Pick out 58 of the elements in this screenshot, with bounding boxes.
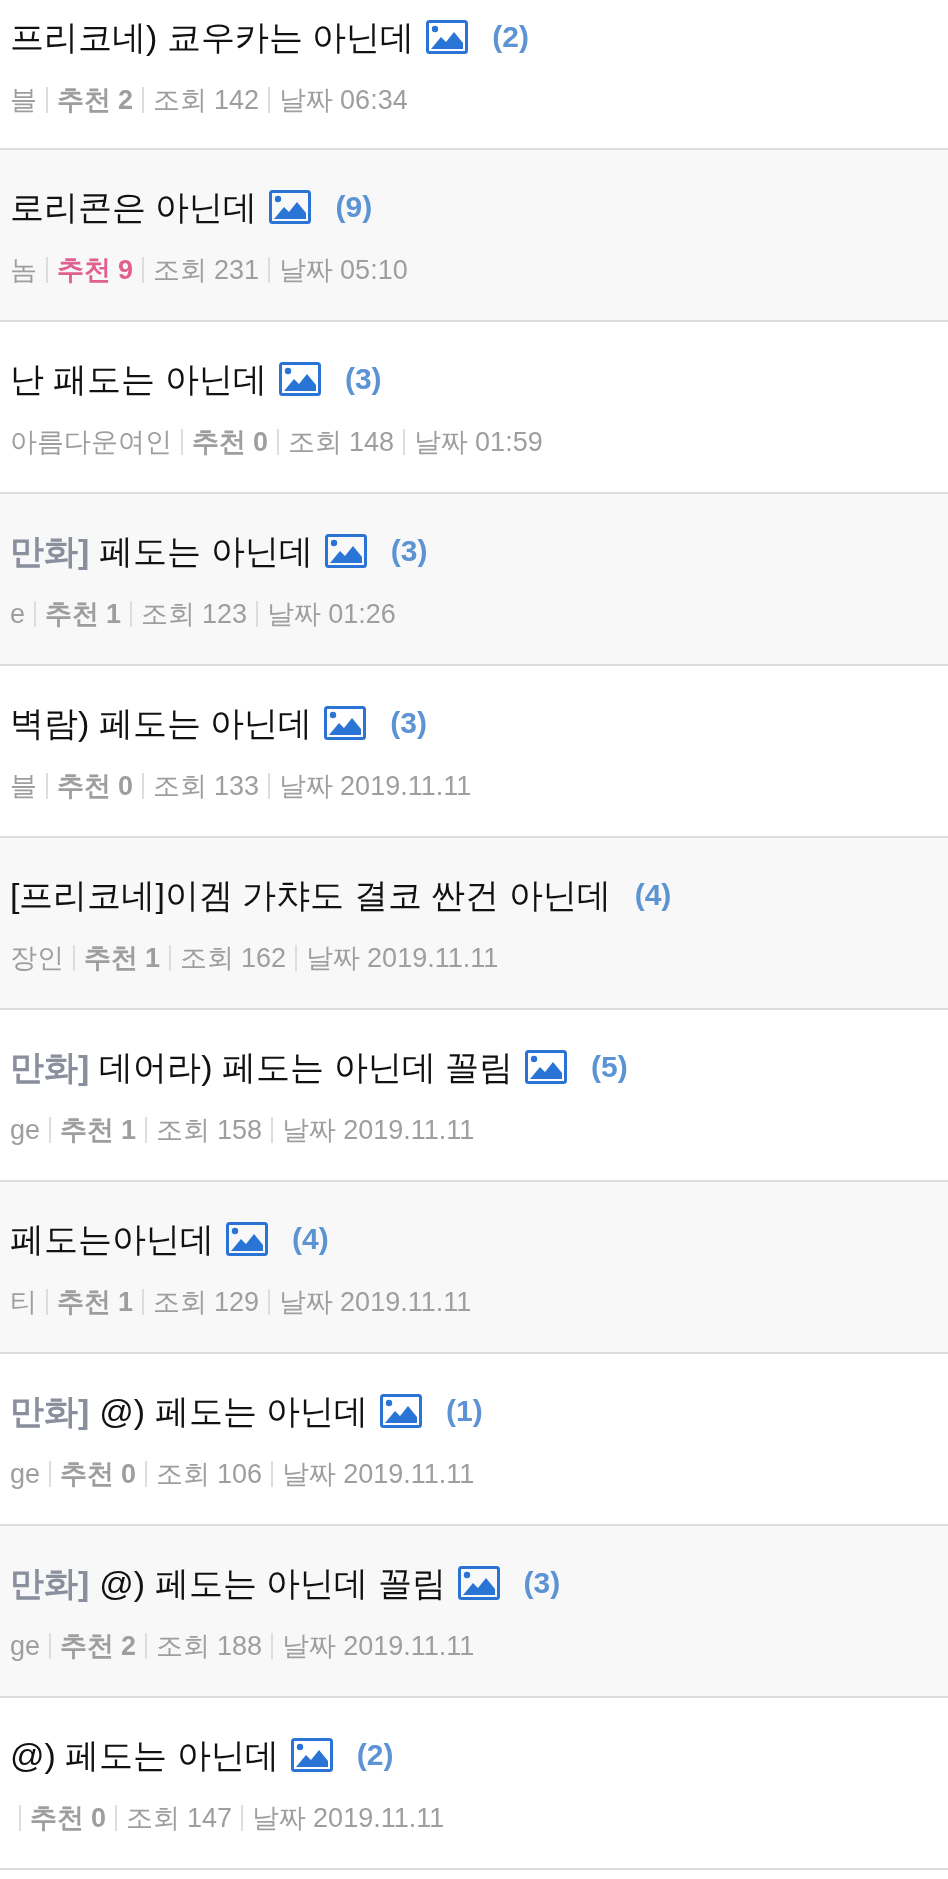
post-title-link[interactable]: 페도는아닌데	[10, 1218, 214, 1260]
view-count: 조회 106	[155, 1458, 263, 1490]
view-count: 조회 231	[152, 254, 260, 286]
author-name: ge	[10, 1458, 41, 1490]
recommend-count: 추천 1	[83, 942, 161, 974]
author-name: 장인	[10, 942, 64, 974]
author-name: ge	[10, 1630, 41, 1662]
post-title-link[interactable]: 벽람) 페도는 아닌데	[10, 702, 313, 744]
post-title-link[interactable]: 난 패도는 아닌데	[10, 358, 267, 400]
post-title-link[interactable]: @) 페도는 아닌데 꼴림	[99, 1562, 446, 1604]
post-date: 날짜 05:10	[278, 254, 408, 286]
author-name: 블	[10, 84, 37, 116]
recommend-count: 추천 0	[56, 770, 134, 802]
view-count: 조회 188	[155, 1630, 263, 1662]
recommend-count: 추천 1	[56, 1286, 134, 1318]
recommend-count: 추천 9	[56, 254, 134, 286]
post-date: 날짜 01:59	[413, 426, 543, 458]
recommend-count: 추천 1	[59, 1114, 137, 1146]
post-date: 날짜 2019.11.11	[278, 1286, 472, 1318]
author-name: e	[10, 598, 26, 630]
post-date: 날짜 2019.11.11	[305, 942, 499, 974]
post-title-link[interactable]: 데어라) 페도는 아닌데 꼴림	[99, 1046, 513, 1088]
view-count: 조회 148	[287, 426, 395, 458]
recommend-count: 추천 0	[59, 1458, 137, 1490]
view-count: 조회 129	[152, 1286, 260, 1318]
post-date: 날짜 2019.11.11	[281, 1114, 475, 1146]
recommend-count: 추천 0	[29, 1802, 107, 1834]
post-date: 날짜 01:26	[266, 598, 396, 630]
post-title-link[interactable]: 로리콘은 아닌데	[10, 186, 258, 228]
recommend-count: 추천 2	[56, 84, 134, 116]
author-name: ge	[10, 1114, 41, 1146]
post-category: 만화]	[10, 1391, 90, 1432]
author-name: 놈	[10, 254, 37, 286]
post-title-link[interactable]: [프리코네]이겜 가챠도 결코 싼건 아닌데	[10, 874, 611, 916]
author-name: 티	[10, 1286, 37, 1318]
post-date: 날짜 2019.11.11	[281, 1630, 475, 1662]
post-title-link[interactable]: @) 페도는 아닌데	[10, 1734, 279, 1776]
view-count: 조회 133	[152, 770, 260, 802]
view-count: 조회 142	[152, 84, 260, 116]
view-count: 조회 158	[155, 1114, 263, 1146]
post-title-link[interactable]: 페도는 아닌데	[99, 530, 313, 572]
post-date: 날짜 2019.11.11	[281, 1458, 475, 1490]
post-category: 만화]	[10, 1047, 90, 1088]
author-name: 아름다운여인	[10, 426, 172, 458]
view-count: 조회 162	[179, 942, 287, 974]
recommend-count: 추천 2	[59, 1630, 137, 1662]
post-category: 만화]	[10, 1563, 90, 1604]
recommend-count: 추천 0	[191, 426, 269, 458]
recommend-count: 추천 1	[44, 598, 122, 630]
view-count: 조회 123	[140, 598, 248, 630]
view-count: 조회 147	[125, 1802, 233, 1834]
post-title-link[interactable]: @) 페도는 아닌데	[99, 1390, 369, 1432]
post-date: 날짜 06:34	[278, 84, 408, 116]
post-title-link[interactable]: 프리코네) 쿄우카는 아닌데	[10, 16, 415, 58]
post-category: 만화]	[10, 531, 90, 572]
post-date: 날짜 2019.11.11	[278, 770, 472, 802]
post-date: 날짜 2019.11.11	[251, 1802, 445, 1834]
author-name: 블	[10, 770, 37, 802]
